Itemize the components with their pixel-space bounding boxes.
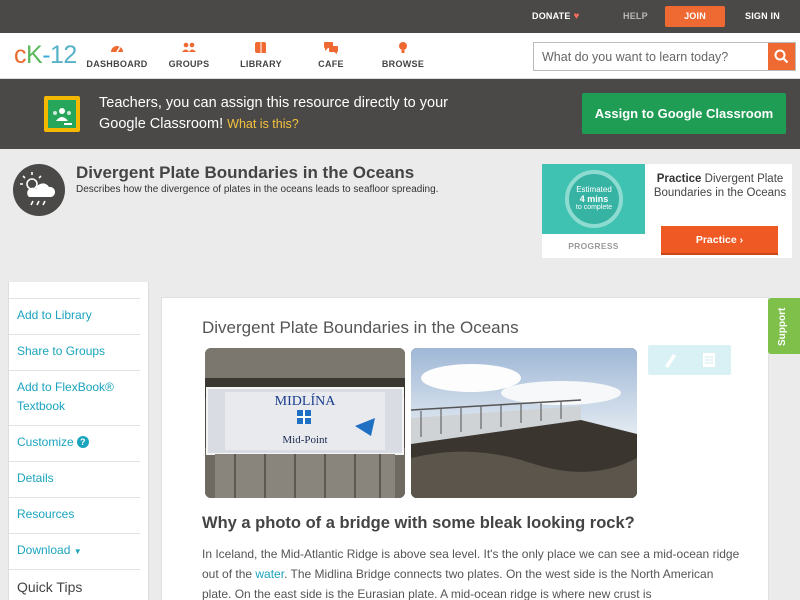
caret-down-icon: ▼ (73, 547, 82, 556)
sign-title-text: MIDLÍNA (275, 392, 337, 409)
chevron-right-icon: › (739, 234, 744, 246)
divider (9, 533, 140, 534)
support-tab[interactable]: Support (768, 298, 800, 354)
nav-groups-label: GROUPS (168, 59, 210, 69)
download-label: Download (17, 543, 71, 557)
donate-label: DONATE (532, 11, 571, 21)
customize-label: Customize (17, 435, 74, 449)
concept-title: Divergent Plate Boundaries in the Oceans (76, 163, 415, 182)
midlina-sign-photo: MIDLÍNA Mid-Point (205, 348, 405, 498)
add-to-library-link[interactable]: Add to Library (17, 306, 148, 325)
content-card: Divergent Plate Boundaries in the Oceans… (161, 297, 769, 600)
section-question: Why a photo of a bridge with some bleak … (202, 514, 635, 532)
concept-description: Describes how the divergence of plates i… (76, 184, 439, 195)
search-button[interactable] (768, 43, 795, 70)
textbook-label: Textbook (17, 399, 66, 413)
search-icon (774, 49, 789, 64)
practice-heading-bold: Practice (656, 173, 702, 185)
divider (9, 497, 140, 498)
ck12-logo[interactable]: cK-12 (14, 41, 77, 70)
sign-in-link[interactable]: SIGN IN (745, 0, 780, 33)
divider (9, 298, 140, 299)
help-link[interactable]: HELP (623, 0, 648, 33)
help-question-icon[interactable]: ? (76, 436, 89, 448)
main-nav: cK-12 DASHBOARD GROUPS LIBRARY CAFE BROW… (0, 33, 800, 79)
nav-groups[interactable]: GROUPS (154, 41, 224, 69)
heart-icon: ♥ (573, 11, 580, 22)
logo-c: c (14, 41, 27, 69)
nav-browse[interactable]: BROWSE (368, 41, 438, 69)
divider (9, 569, 140, 570)
logo-k: K (26, 41, 43, 69)
estimate-ring: Estimated 4 mins to complete (565, 170, 623, 228)
library-icon (255, 42, 266, 53)
nav-cafe[interactable]: CAFE (296, 41, 366, 69)
weather-cloud-icon (13, 164, 65, 216)
divider (9, 461, 140, 462)
resources-link[interactable]: Resources (17, 505, 148, 524)
top-utility-bar: DONATE ♥ HELP JOIN SIGN IN (0, 0, 800, 33)
estimate-minutes: 4 mins (579, 194, 609, 204)
search-input[interactable] (534, 43, 768, 70)
body-paragraph: In Iceland, the Mid-Atlantic Ridge is ab… (202, 544, 742, 600)
practice-button[interactable]: Practice › (661, 226, 778, 255)
support-label: Support (777, 307, 788, 346)
donate-link[interactable]: DONATE ♥ (532, 0, 580, 33)
annotation-toolbar (648, 345, 731, 375)
nav-library-label: LIBRARY (240, 59, 282, 69)
add-to-flexbook-label: Add to FlexBook® (17, 380, 114, 394)
notes-icon[interactable] (703, 353, 715, 367)
customize-link[interactable]: Customize? (17, 433, 148, 452)
what-is-this-link[interactable]: What is this? (227, 117, 299, 131)
practice-widget: Estimated 4 mins to complete PROGRESS Pr… (542, 164, 792, 258)
classroom-message: Teachers, you can assign this resource d… (99, 93, 459, 135)
nav-cafe-label: CAFE (318, 59, 344, 69)
read-title: Divergent Plate Boundaries in the Oceans (202, 318, 519, 337)
add-to-flexbook-link[interactable]: Add to FlexBook® Textbook (17, 378, 148, 416)
midlina-bridge-photo (411, 348, 637, 498)
progress-label: PROGRESS (568, 241, 619, 251)
google-classroom-icon (44, 96, 80, 132)
cafe-icon (324, 42, 338, 54)
sign-subtitle-text: Mid-Point (282, 434, 327, 446)
join-button[interactable]: JOIN (665, 6, 725, 27)
logo-12: 12 (50, 41, 77, 69)
logo-dash: - (42, 41, 51, 69)
browse-icon (399, 42, 407, 53)
groups-icon (182, 42, 196, 52)
download-link[interactable]: Download ▼ (17, 541, 148, 561)
details-link[interactable]: Details (17, 469, 148, 488)
assign-to-google-classroom-button[interactable]: Assign to Google Classroom (582, 93, 786, 134)
divider (9, 425, 140, 426)
practice-heading: Practice Divergent Plate Boundaries in t… (652, 172, 788, 200)
nav-dashboard-label: DASHBOARD (86, 59, 148, 69)
pencil-icon[interactable] (665, 354, 676, 368)
estimate-to-complete: to complete (575, 204, 613, 211)
water-link[interactable]: water (255, 567, 284, 581)
progress-tile: Estimated 4 mins to complete (542, 164, 645, 234)
divider (9, 334, 140, 335)
share-to-groups-link[interactable]: Share to Groups (17, 342, 148, 361)
estimate-label: Estimated (576, 185, 612, 194)
nav-browse-label: BROWSE (381, 59, 425, 69)
nav-library[interactable]: LIBRARY (226, 41, 296, 69)
practice-button-label: Practice (695, 234, 737, 246)
left-sidebar: Add to Library Share to Groups Add to Fl… (8, 282, 149, 600)
quick-tips-heading[interactable]: Quick Tips (17, 578, 148, 597)
nav-dashboard[interactable]: DASHBOARD (82, 41, 152, 69)
search-box (533, 42, 796, 71)
divider (9, 370, 140, 371)
google-classroom-banner: Teachers, you can assign this resource d… (0, 79, 800, 149)
dashboard-icon (111, 46, 123, 53)
